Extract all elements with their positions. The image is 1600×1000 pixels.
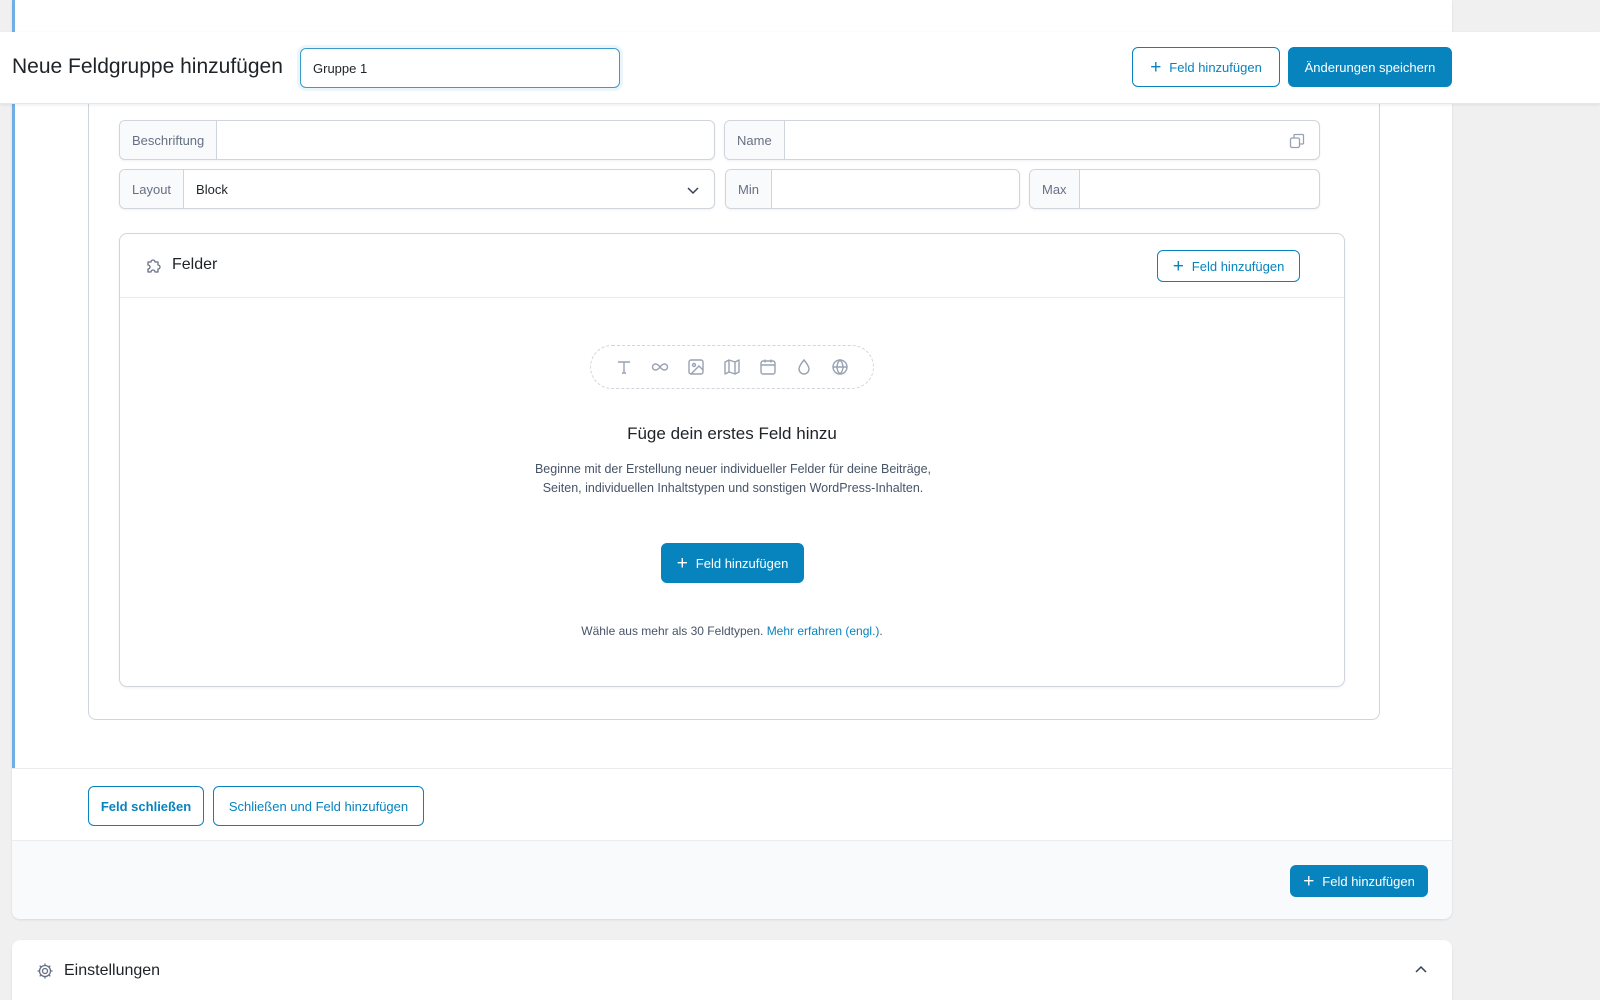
min-caption: Min	[726, 170, 772, 208]
field-group-panel: Beschriftung Name Layout Block Min Max F…	[12, 0, 1452, 919]
sub-add-field-label: Feld hinzufügen	[1191, 258, 1285, 274]
chevron-down-icon	[686, 183, 700, 200]
name-input-group: Name	[724, 120, 1320, 160]
label-input[interactable]	[217, 121, 714, 159]
settings-title: Einstellungen	[64, 962, 161, 979]
layout-caption: Layout	[120, 170, 185, 208]
layout-value: Block	[196, 181, 228, 197]
open-field-indicator	[12, 0, 15, 840]
group-title-input[interactable]	[300, 48, 620, 88]
label-caption: Beschriftung	[120, 121, 218, 159]
footer-add-field-label: Feld hinzufügen	[1322, 873, 1415, 889]
plus-icon: +	[676, 552, 688, 574]
hint-text: Wähle aus mehr als 30 Feldtypen.	[581, 624, 764, 638]
page-title: Neue Feldgruppe hinzufügen	[12, 55, 283, 78]
link-icon	[650, 357, 670, 377]
text-icon	[614, 357, 634, 377]
max-input[interactable]	[1080, 170, 1319, 208]
name-input[interactable]	[785, 121, 1319, 159]
close-and-add-field-button[interactable]: Schließen und Feld hinzufügen	[213, 786, 424, 826]
close-field-label: Feld schließen	[100, 798, 192, 814]
layout-select[interactable]: Block	[184, 170, 714, 208]
calendar-icon	[758, 357, 778, 377]
empty-add-field-label: Feld hinzufügen	[695, 555, 789, 571]
gear-icon	[36, 962, 54, 985]
sticky-header: Neue Feldgruppe hinzufügen + Feld hinzuf…	[0, 32, 1600, 104]
sub-fields-box: Felder + Feld hinzufügen Füge dein erste…	[119, 233, 1345, 687]
map-icon	[722, 357, 742, 377]
field-types-pill	[590, 345, 874, 389]
save-changes-button[interactable]: Änderungen speichern	[1288, 47, 1452, 87]
empty-state-hint: Wähle aus mehr als 30 Feldtypen. Mehr er…	[120, 624, 1344, 638]
sub-add-field-button[interactable]: + Feld hinzufügen	[1157, 250, 1300, 282]
footer-add-field-button[interactable]: + Feld hinzufügen	[1290, 865, 1428, 897]
empty-add-field-button[interactable]: + Feld hinzufügen	[661, 543, 804, 583]
globe-icon	[830, 357, 850, 377]
layout-select-group: Layout Block	[119, 169, 715, 209]
header-add-field-button[interactable]: + Feld hinzufügen	[1132, 47, 1280, 87]
sub-fields-heading: Felder	[172, 256, 218, 273]
copy-icon[interactable]	[1289, 133, 1305, 152]
close-field-button[interactable]: Feld schließen	[88, 786, 204, 826]
min-input-group: Min	[725, 169, 1020, 209]
name-caption: Name	[725, 121, 785, 159]
learn-more-link[interactable]: Mehr erfahren (engl.)	[767, 624, 880, 638]
empty-state-title: Füge dein erstes Feld hinzu	[627, 424, 837, 443]
close-and-add-label: Schließen und Feld hinzufügen	[228, 798, 409, 814]
min-input[interactable]	[772, 170, 1019, 208]
max-input-group: Max	[1029, 169, 1320, 209]
settings-panel[interactable]: Einstellungen	[12, 940, 1452, 1000]
label-input-group: Beschriftung	[119, 120, 715, 160]
sub-fields-header: Felder + Feld hinzufügen	[120, 234, 1344, 298]
field-close-row: Feld schließen Schließen und Feld hinzuf…	[12, 768, 1452, 840]
color-drop-icon	[794, 357, 814, 377]
save-changes-label: Änderungen speichern	[1304, 59, 1436, 75]
field-group-footer: + Feld hinzufügen	[12, 840, 1452, 919]
plus-icon: +	[1303, 870, 1315, 892]
chevron-up-icon[interactable]	[1414, 962, 1428, 981]
puzzle-icon	[144, 256, 164, 281]
empty-state-description: Beginne mit der Erstellung neuer individ…	[534, 462, 932, 495]
max-caption: Max	[1030, 170, 1080, 208]
image-icon	[686, 357, 706, 377]
plus-icon: +	[1172, 255, 1184, 277]
plus-icon: +	[1150, 56, 1162, 78]
header-add-field-label: Feld hinzufügen	[1169, 59, 1262, 75]
hint-end: .	[879, 624, 883, 638]
